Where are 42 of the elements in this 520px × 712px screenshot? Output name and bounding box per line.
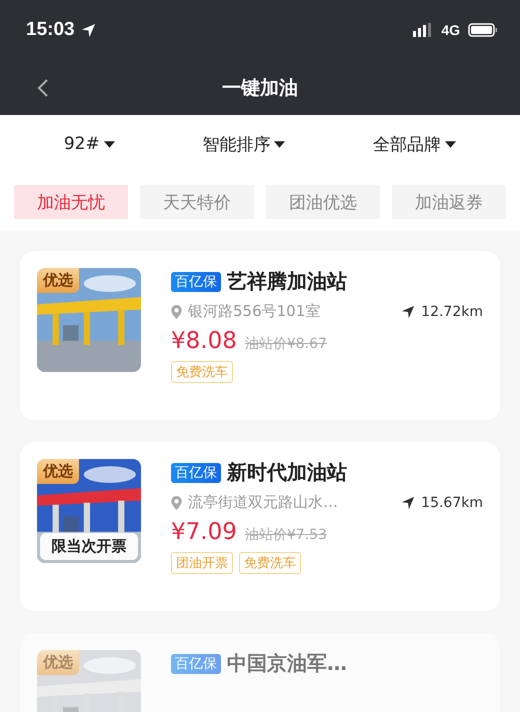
brand-badge: 百亿保 [171,462,221,482]
navigation-arrow-icon [401,496,416,510]
location-arrow-icon [80,22,96,38]
brand-badge: 百亿保 [171,272,221,292]
featured-badge: 优选 [37,268,79,293]
battery-icon [468,23,498,37]
station-card[interactable]: 优选 百亿保 艺祥腾加油站 银河路556号101室 12.72km ¥8.08 油站价¥8.67 免费洗车 [20,251,500,420]
station-address: 流亭街道双元路山水… [188,493,338,512]
network-label: 4G [441,22,460,38]
feature-tag: 团油开票 [171,552,233,574]
filter-dropdown[interactable]: 智能排序 [198,128,290,160]
discount-price: ¥7.09 [171,519,237,545]
discount-price: ¥8.08 [171,328,237,354]
filter-dropdown[interactable]: 全部品牌 [369,128,460,160]
station-card[interactable]: 优选 百亿保 中国京油军… [20,633,500,712]
feature-tag: 免费洗车 [171,361,233,383]
caret-icon [274,140,286,148]
signal-icon [413,23,434,37]
distance-label: 12.72km [421,304,483,320]
featured-badge: 优选 [37,459,79,484]
featured-badge: 优选 [37,650,79,675]
station-card[interactable]: 优选 限当次开票 百亿保 新时代加油站 流亭街道双元路山水… 15.67km ¥7.09 油站价¥7.53 团油开票 免费洗车 [20,442,500,611]
original-price: 油站价¥7.53 [244,526,327,544]
filter-dropdown[interactable]: 92# [60,130,119,158]
station-address: 银河路556号101室 [188,302,320,321]
brand-badge: 百亿保 [171,654,221,674]
status-time: 15:03 [26,19,75,41]
caret-icon [445,140,456,148]
caret-icon [104,140,115,148]
navigation-arrow-icon [401,304,416,318]
back-icon[interactable] [37,78,49,98]
station-name: 艺祥腾加油站 [227,268,347,295]
filter-chip[interactable]: 加油无忧 [14,185,128,219]
page-title: 一键加油 [222,76,298,100]
location-pin-icon [171,304,182,318]
location-pin-icon [171,496,182,510]
feature-tag: 免费洗车 [239,552,301,574]
distance-label: 15.67km [421,494,483,510]
station-name: 中国京油军… [227,650,347,677]
original-price: 油站价¥8.67 [244,335,327,353]
station-name: 新时代加油站 [227,459,347,486]
photo-caption: 限当次开票 [40,533,138,560]
